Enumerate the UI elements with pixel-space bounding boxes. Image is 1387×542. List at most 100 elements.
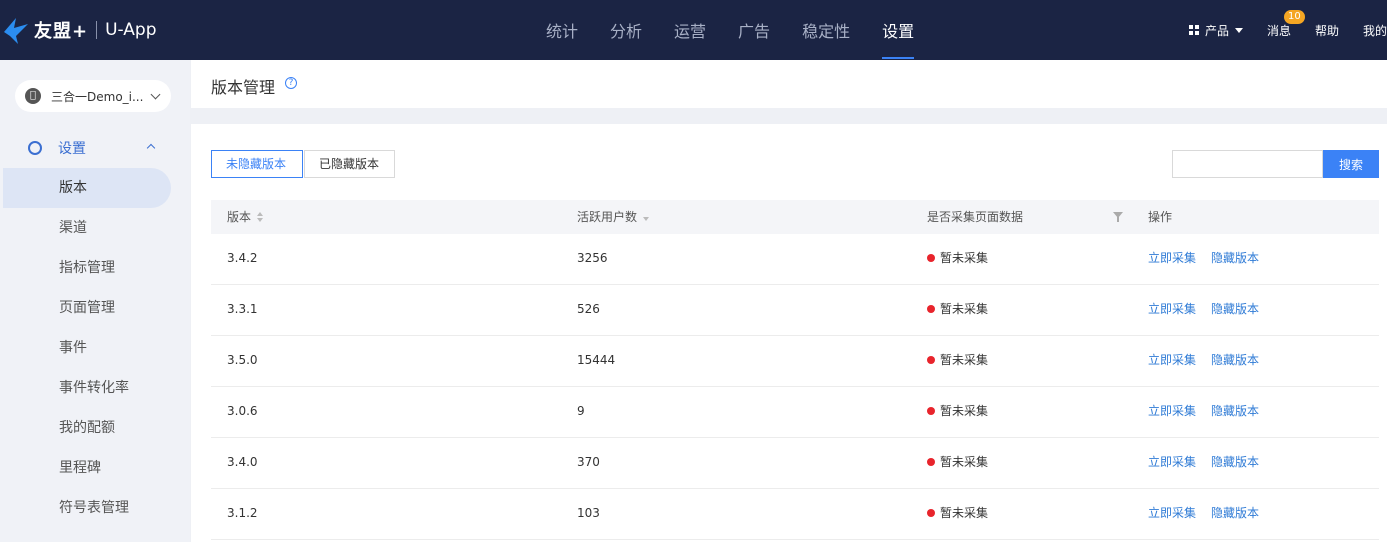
collect-now-link[interactable]: 立即采集 [1148,336,1196,384]
cell-version: 3.3.1 [227,302,258,316]
cell-version: 3.5.0 [227,353,258,367]
sidebar-item-quota[interactable]: 我的配额 [3,408,171,448]
cell-status: 暂未采集 [927,336,988,384]
sidebar-item-channel[interactable]: 渠道 [3,208,171,248]
app-name: 三合一Demo_i... [51,89,144,104]
content-panel: 未隐藏版本 已隐藏版本 搜索 版本 活跃用户数 是否采集页面数据 操作 3.4.… [191,124,1387,542]
grid-icon [1188,25,1199,35]
cell-status: 暂未采集 [927,285,988,333]
status-label: 暂未采集 [940,506,989,520]
column-actions-label: 操作 [1148,210,1173,224]
cell-version: 3.1.2 [227,506,258,520]
brand-app: U-App [105,20,157,40]
table-row: 3.1.2 103 暂未采集 立即采集 隐藏版本 [211,489,1379,540]
sort-down-icon[interactable] [643,217,650,221]
cell-version: 3.4.2 [227,251,258,265]
status-dot-icon [927,253,935,262]
sidebar-group-label: 设置 [58,141,86,157]
question-icon[interactable]: ? [285,77,297,89]
nav-item-ads[interactable]: 广告 [722,0,786,60]
sidebar-item-events[interactable]: 事件 [3,328,171,368]
product-menu[interactable]: 产品 [1188,22,1243,39]
table-row: 3.3.1 526 暂未采集 立即采集 隐藏版本 [211,285,1379,336]
column-collect: 是否采集页面数据 [927,200,1023,234]
gear-icon [28,141,42,155]
hide-version-link[interactable]: 隐藏版本 [1211,336,1259,384]
help-button[interactable]: 帮助 [1315,22,1339,39]
hide-version-link[interactable]: 隐藏版本 [1211,438,1259,486]
tab-unhidden-versions[interactable]: 未隐藏版本 [211,150,303,178]
status-label: 暂未采集 [940,353,989,367]
search-input[interactable] [1172,150,1323,178]
hide-version-link[interactable]: 隐藏版本 [1211,489,1259,537]
sidebar-group-settings[interactable]: 设置 [0,132,190,164]
column-collect-label: 是否采集页面数据 [927,210,1024,224]
table-row: 3.4.2 3256 暂未采集 立即采集 隐藏版本 [211,234,1379,285]
nav-item-stats[interactable]: 统计 [530,0,594,60]
collect-now-link[interactable]: 立即采集 [1148,387,1196,435]
hide-version-link[interactable]: 隐藏版本 [1211,234,1259,282]
messages-count-badge: 10 [1283,9,1305,24]
cell-version: 3.4.0 [227,455,258,469]
table-header: 版本 活跃用户数 是否采集页面数据 操作 [211,200,1379,234]
cell-status: 暂未采集 [927,387,988,435]
collect-now-link[interactable]: 立即采集 [1148,285,1196,333]
hide-version-link[interactable]: 隐藏版本 [1211,387,1259,435]
status-dot-icon [927,508,935,517]
sidebar-item-event-conversion[interactable]: 事件转化率 [3,368,171,408]
sidebar-item-symbols[interactable]: 符号表管理 [3,488,171,528]
nav-item-analysis[interactable]: 分析 [594,0,658,60]
bird-logo-icon [4,18,28,44]
sidebar-item-version[interactable]: 版本 [3,168,171,208]
caret-down-icon [1234,27,1243,33]
brand-logo[interactable]: 友盟+ U-App [2,14,157,46]
tab-hidden-versions[interactable]: 已隐藏版本 [304,150,395,178]
mine-menu[interactable]: 我的 [1363,22,1387,39]
table-row: 3.0.6 9 暂未采集 立即采集 隐藏版本 [211,387,1379,438]
top-right-tools: 产品 消息 10 帮助 我的 [1165,0,1387,60]
status-dot-icon [927,355,935,364]
sidebar-item-milestones[interactable]: 里程碑 [3,448,171,488]
sidebar:  三合一Demo_i... 设置 版本 渠道 指标管理 页面管理 事件 事件转… [0,60,190,542]
collect-now-link[interactable]: 立即采集 [1148,438,1196,486]
status-dot-icon [927,457,935,466]
collect-now-link[interactable]: 立即采集 [1148,234,1196,282]
column-version[interactable]: 版本 [227,200,264,234]
chevron-down-icon [150,89,161,100]
cell-active-users: 103 [577,506,600,520]
apple-icon:  [25,88,41,104]
page-header: 版本管理 ? [191,60,1387,108]
sidebar-item-metrics[interactable]: 指标管理 [3,248,171,288]
status-label: 暂未采集 [940,404,989,418]
hide-version-link[interactable]: 隐藏版本 [1211,285,1259,333]
app-selector[interactable]:  三合一Demo_i... [15,80,171,112]
nav-item-operations[interactable]: 运营 [658,0,722,60]
status-label: 暂未采集 [940,251,989,265]
sidebar-item-pages[interactable]: 页面管理 [3,288,171,328]
cell-status: 暂未采集 [927,489,988,537]
search-button[interactable]: 搜索 [1323,150,1379,178]
status-dot-icon [927,304,935,313]
top-navbar: 友盟+ U-App 统计 分析 运营 广告 稳定性 设置 产品 消息 10 帮助… [0,0,1387,60]
status-label: 暂未采集 [940,302,989,316]
column-active-users[interactable]: 活跃用户数 [577,200,650,234]
main-nav: 统计 分析 运营 广告 稳定性 设置 [530,0,930,60]
filter-icon[interactable] [1113,212,1123,222]
table-row: 3.5.0 15444 暂未采集 立即采集 隐藏版本 [211,336,1379,387]
sort-icon[interactable] [257,212,264,222]
chevron-up-icon [146,143,156,153]
column-active-users-label: 活跃用户数 [577,210,638,224]
messages-button[interactable]: 消息 10 [1267,9,1305,39]
nav-item-settings[interactable]: 设置 [866,0,930,60]
cell-status: 暂未采集 [927,234,988,282]
cell-active-users: 526 [577,302,600,316]
page-title: 版本管理 [211,78,276,97]
cell-version: 3.0.6 [227,404,258,418]
nav-item-stability[interactable]: 稳定性 [786,0,866,60]
collect-now-link[interactable]: 立即采集 [1148,489,1196,537]
brand-divider [96,21,98,39]
status-label: 暂未采集 [940,455,989,469]
cell-active-users: 15444 [577,353,616,367]
cell-status: 暂未采集 [927,438,988,486]
status-dot-icon [927,406,935,415]
